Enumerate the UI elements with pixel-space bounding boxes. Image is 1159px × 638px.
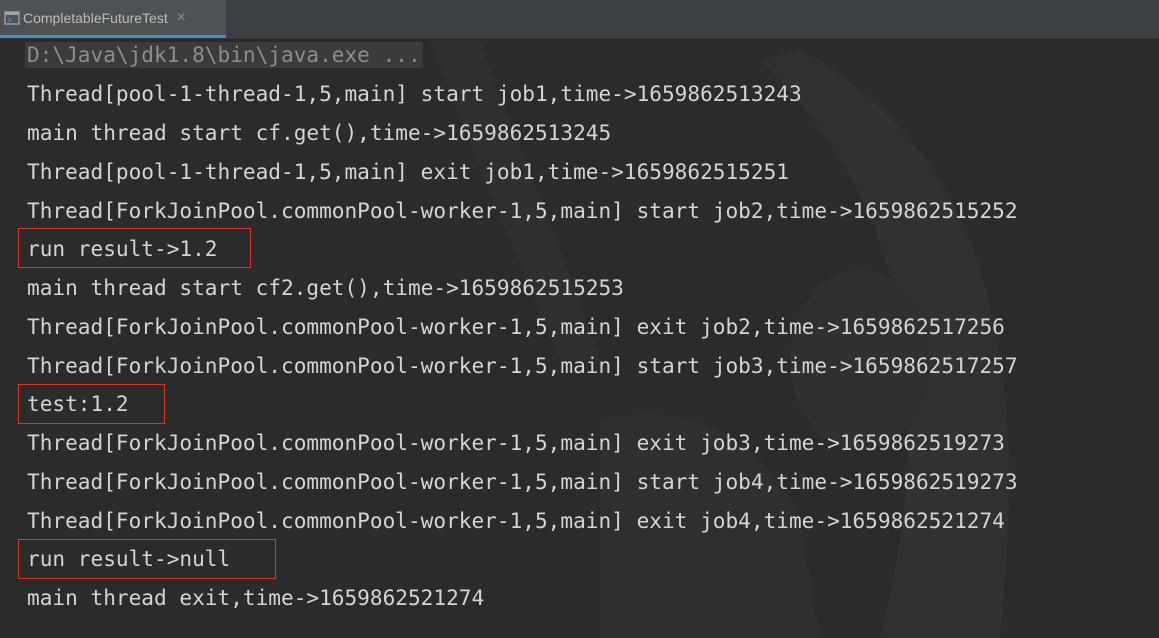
console-line: Thread[pool-1-thread-1,5,main] start job… [27,81,802,106]
tab-title: CompletableFutureTest [23,9,168,26]
run-console-icon [4,10,20,26]
console-line: main thread start cf.get(),time->1659862… [27,120,612,145]
highlight-box [18,384,165,424]
close-icon[interactable]: × [176,10,187,25]
command-line: D:\Java\jdk1.8\bin\java.exe ... [25,42,423,68]
tab-completablefuturetest[interactable]: CompletableFutureTest × [0,0,226,38]
highlight-box [18,228,251,268]
console-line: Thread[ForkJoinPool.commonPool-worker-1,… [27,198,1018,223]
console-line: main thread exit,time->1659862521274 [27,585,485,610]
console-line: Thread[ForkJoinPool.commonPool-worker-1,… [27,469,1018,494]
console-line: Thread[ForkJoinPool.commonPool-worker-1,… [27,430,1005,455]
console-line: main thread start cf2.get(),time->165986… [27,275,624,300]
tab-bar: CompletableFutureTest × [0,0,1159,39]
console-line: Thread[ForkJoinPool.commonPool-worker-1,… [27,508,1005,533]
console-line: Thread[ForkJoinPool.commonPool-worker-1,… [27,314,1005,339]
highlight-box [18,539,276,579]
run-console-window: CompletableFutureTest × D:\Java\jdk1.8\b… [0,0,1159,638]
console-line: Thread[pool-1-thread-1,5,main] exit job1… [27,159,789,184]
console-output[interactable]: D:\Java\jdk1.8\bin\java.exe ... Thread[p… [0,38,1159,638]
console-line: Thread[ForkJoinPool.commonPool-worker-1,… [27,353,1018,378]
